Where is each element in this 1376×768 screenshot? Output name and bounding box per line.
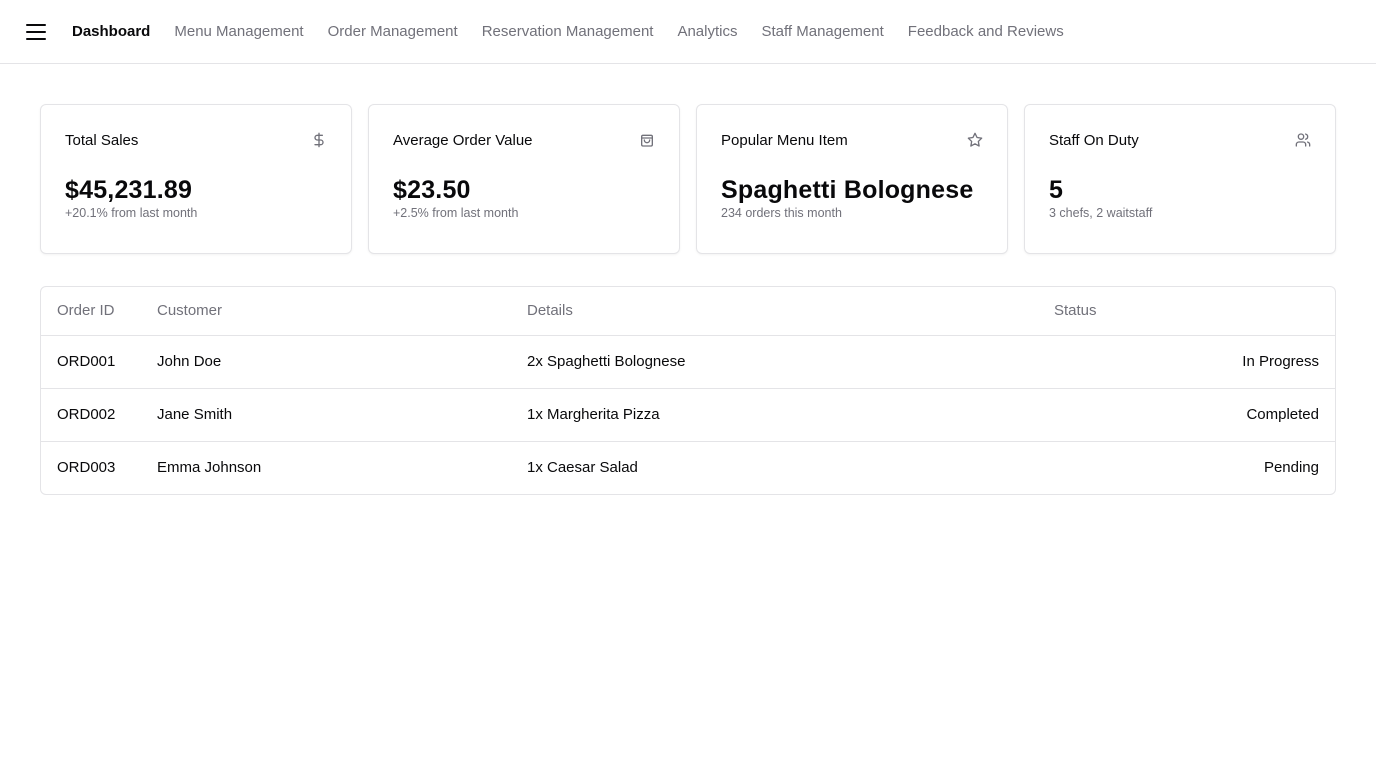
card-title: Staff On Duty xyxy=(1049,131,1139,149)
main-nav: Dashboard Menu Management Order Manageme… xyxy=(72,23,1064,40)
dashboard-main: Total Sales $45,231.89 +20.1% from last … xyxy=(0,64,1376,495)
nav-item-dashboard[interactable]: Dashboard xyxy=(72,23,150,40)
card-value: Spaghetti Bolognese xyxy=(721,176,974,204)
column-header-customer: Customer xyxy=(141,287,511,336)
users-icon xyxy=(1295,132,1311,148)
table-row[interactable]: ORD003 Emma Johnson 1x Caesar Salad Pend… xyxy=(41,441,1335,494)
nav-item-menu-management[interactable]: Menu Management xyxy=(174,23,303,40)
details-cell: 1x Caesar Salad xyxy=(527,459,638,477)
card-subtext: +2.5% from last month xyxy=(393,206,519,220)
card-title: Average Order Value xyxy=(393,131,533,149)
nav-item-order-management[interactable]: Order Management xyxy=(328,23,458,40)
nav-item-feedback-and-reviews[interactable]: Feedback and Reviews xyxy=(908,23,1064,40)
nav-item-reservation-management[interactable]: Reservation Management xyxy=(482,23,654,40)
orders-table: Order ID Customer Details Status ORD001 … xyxy=(40,286,1336,495)
card-subtext: +20.1% from last month xyxy=(65,206,198,220)
order-id-cell: ORD002 xyxy=(41,388,141,442)
status-cell: Completed xyxy=(1038,388,1335,442)
nav-item-staff-management[interactable]: Staff Management xyxy=(761,23,883,40)
card-average-order-value: Average Order Value $23.50 +2.5% from la… xyxy=(368,104,680,254)
top-navigation-bar: Dashboard Menu Management Order Manageme… xyxy=(0,0,1376,64)
card-title: Popular Menu Item xyxy=(721,131,848,149)
details-cell: 2x Spaghetti Bolognese xyxy=(511,335,1038,389)
star-icon xyxy=(967,132,983,148)
order-id-cell: ORD003 xyxy=(57,459,116,477)
card-value: $45,231.89 xyxy=(65,176,193,204)
card-subtext: 234 orders this month xyxy=(721,206,842,220)
summary-cards: Total Sales $45,231.89 +20.1% from last … xyxy=(40,104,1336,254)
nav-item-analytics[interactable]: Analytics xyxy=(677,23,737,40)
card-value: $23.50 xyxy=(393,176,471,204)
shopping-bag-icon xyxy=(639,132,655,148)
card-staff-on-duty: Staff On Duty 5 3 chefs, 2 waitstaff xyxy=(1024,104,1336,254)
status-cell: Pending xyxy=(1263,459,1319,477)
customer-cell: John Doe xyxy=(141,335,511,389)
column-header-status: Status xyxy=(1038,287,1335,336)
table-row[interactable]: ORD001 John Doe 2x Spaghetti Bolognese I… xyxy=(41,335,1335,389)
status-cell: In Progress xyxy=(1038,335,1335,389)
table-row[interactable]: ORD002 Jane Smith 1x Margherita Pizza Co… xyxy=(41,388,1335,442)
dollar-icon xyxy=(311,132,327,148)
card-popular-menu-item: Popular Menu Item Spaghetti Bolognese 23… xyxy=(696,104,1008,254)
card-subtext: 3 chefs, 2 waitstaff xyxy=(1049,206,1153,220)
card-total-sales: Total Sales $45,231.89 +20.1% from last … xyxy=(40,104,352,254)
customer-cell: Jane Smith xyxy=(141,388,511,442)
details-cell: 1x Margherita Pizza xyxy=(511,388,1038,442)
hamburger-menu-icon[interactable] xyxy=(26,23,46,40)
order-id-cell: ORD001 xyxy=(41,335,141,389)
customer-cell: Emma Johnson xyxy=(157,459,262,477)
column-header-order-id: Order ID xyxy=(41,287,141,336)
table-header-row: Order ID Customer Details Status xyxy=(41,287,1335,336)
card-value: 5 xyxy=(1049,176,1064,204)
column-header-details: Details xyxy=(511,287,1038,336)
card-title: Total Sales xyxy=(65,131,139,149)
